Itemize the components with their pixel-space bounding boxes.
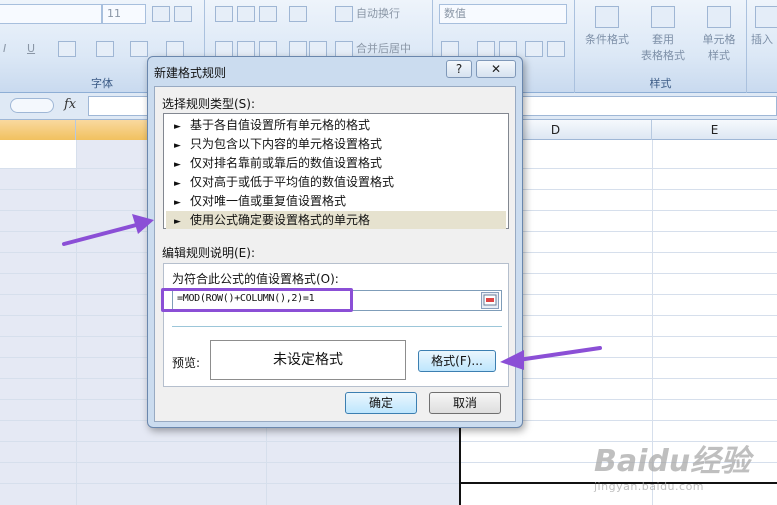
dialog-titlebar[interactable]: 新建格式规则 ? ✕ [148,57,522,85]
preview-label: 预览: [172,356,201,370]
rule-type-text: 基于各自值设置所有单元格的格式 [190,118,371,132]
format-button[interactable]: 格式(F)... [418,350,496,372]
cancel-button[interactable]: 取消 [429,392,501,414]
wrap-text-icon[interactable] [335,6,353,22]
number-format-box[interactable]: 数值 [439,4,567,24]
new-format-rule-dialog: 新建格式规则 ? ✕ 选择规则类型(S): ► 基于各自值设置所有单元格的格式 ►… [147,56,523,428]
font-name-box[interactable] [0,4,102,24]
dialog-body: 选择规则类型(S): ► 基于各自值设置所有单元格的格式 ► 只为包含以下内容的单元… [154,86,516,422]
align-left-icon[interactable] [215,41,233,57]
align-top-icon[interactable] [215,6,233,22]
rule-type-text: 使用公式确定要设置格式的单元格 [190,213,371,227]
arrow-annotation-left [62,214,154,246]
arrow-right-icon: ► [174,122,181,132]
watermark-sub: jingyan.baidu.com [594,480,705,493]
conditional-format-button[interactable]: 条件格式 [579,32,635,47]
rule-type-text: 仅对排名靠前或靠后的数值设置格式 [190,156,383,170]
close-button[interactable]: ✕ [476,60,516,78]
cell-styles-icon[interactable] [707,6,731,28]
rule-type-item[interactable]: ► 仅对排名靠前或靠后的数值设置格式 [166,154,506,172]
phonetic-icon[interactable] [166,41,184,57]
grow-font-icon[interactable] [152,6,170,22]
separator [172,326,502,327]
name-box-handle[interactable] [10,98,54,113]
table-format-label-1[interactable]: 套用 [635,32,691,47]
baidu-watermark: Baidu经验 jingyan.baidu.com [594,436,750,493]
font-color-icon[interactable] [130,41,148,57]
column-header-e[interactable]: E [652,120,777,140]
currency-icon[interactable] [441,41,459,57]
table-format-label-2[interactable]: 表格格式 [635,48,691,63]
rule-type-list[interactable]: ► 基于各自值设置所有单元格的格式 ► 只为包含以下内容的单元格设置格式 ► 仅对排名… [163,113,509,229]
increase-indent-icon[interactable] [309,41,327,57]
fx-icon[interactable]: fx [64,97,76,112]
arrow-right-icon: ► [174,198,181,208]
merge-center-icon[interactable] [335,41,353,57]
rule-type-text: 仅对唯一值或重复值设置格式 [190,194,347,208]
arrow-right-icon: ► [174,160,181,170]
insert-button[interactable]: 插入 [751,32,777,47]
rule-type-item[interactable]: ► 仅对唯一值或重复值设置格式 [166,192,506,210]
font-size-box[interactable]: 11 [102,4,146,24]
cell-styles-label-1[interactable]: 单元格 [691,32,747,47]
align-bottom-icon[interactable] [259,6,277,22]
align-center-icon[interactable] [237,41,255,57]
ok-button[interactable]: 确定 [345,392,417,414]
formula-prompt-label: 为符合此公式的值设置格式(O): [172,272,339,286]
column-header-a[interactable] [0,120,76,140]
preview-box: 未设定格式 [210,340,406,380]
rule-type-item[interactable]: ► 只为包含以下内容的单元格设置格式 [166,135,506,153]
styles-group: 条件格式 套用 表格格式 单元格 样式 样式 [575,0,747,93]
conditional-format-icon[interactable] [595,6,619,28]
percent-icon[interactable] [477,41,495,57]
arrow-right-icon: ► [174,217,181,227]
watermark-main: Baidu经验 [594,444,751,479]
arrow-right-icon: ► [174,141,181,151]
edit-rule-panel: 为符合此公式的值设置格式(O): =MOD(ROW()+COLUMN(),2)=… [163,263,509,387]
edit-rule-label: 编辑规则说明(E): [162,246,255,260]
underline-button[interactable]: U [24,39,38,59]
decrease-indent-icon[interactable] [289,41,307,57]
shrink-font-icon[interactable] [174,6,192,22]
collapse-dialog-icon[interactable] [481,292,499,309]
fill-color-icon[interactable] [96,41,114,57]
italic-button[interactable]: I [0,39,9,59]
rule-type-text: 只为包含以下内容的单元格设置格式 [190,137,383,151]
orientation-icon[interactable] [289,6,307,22]
cells-group: 插入 [747,0,777,93]
border-icon[interactable] [58,41,76,57]
table-format-icon[interactable] [651,6,675,28]
formula-highlight-box [161,288,353,312]
comma-icon[interactable] [499,41,517,57]
dialog-title: 新建格式规则 [154,66,227,80]
align-middle-icon[interactable] [237,6,255,22]
wrap-text-button[interactable]: 自动换行 [353,4,403,24]
insert-icon[interactable] [755,6,777,28]
arrow-annotation-right [500,346,602,370]
styles-group-label: 样式 [649,77,672,90]
align-right-icon[interactable] [259,41,277,57]
grid-col-line [76,140,77,505]
arrow-right-icon: ► [174,179,181,189]
cell-styles-label-2[interactable]: 样式 [691,48,747,63]
decrease-decimal-icon[interactable] [547,41,565,57]
help-button[interactable]: ? [446,60,472,78]
rule-type-item[interactable]: ► 仅对高于或低于平均值的数值设置格式 [166,173,506,191]
increase-decimal-icon[interactable] [525,41,543,57]
rule-type-item-selected[interactable]: ► 使用公式确定要设置格式的单元格 [166,211,506,229]
rule-type-label: 选择规则类型(S): [162,97,256,111]
rule-type-text: 仅对高于或低于平均值的数值设置格式 [190,175,395,189]
rule-type-item[interactable]: ► 基于各自值设置所有单元格的格式 [166,116,506,134]
